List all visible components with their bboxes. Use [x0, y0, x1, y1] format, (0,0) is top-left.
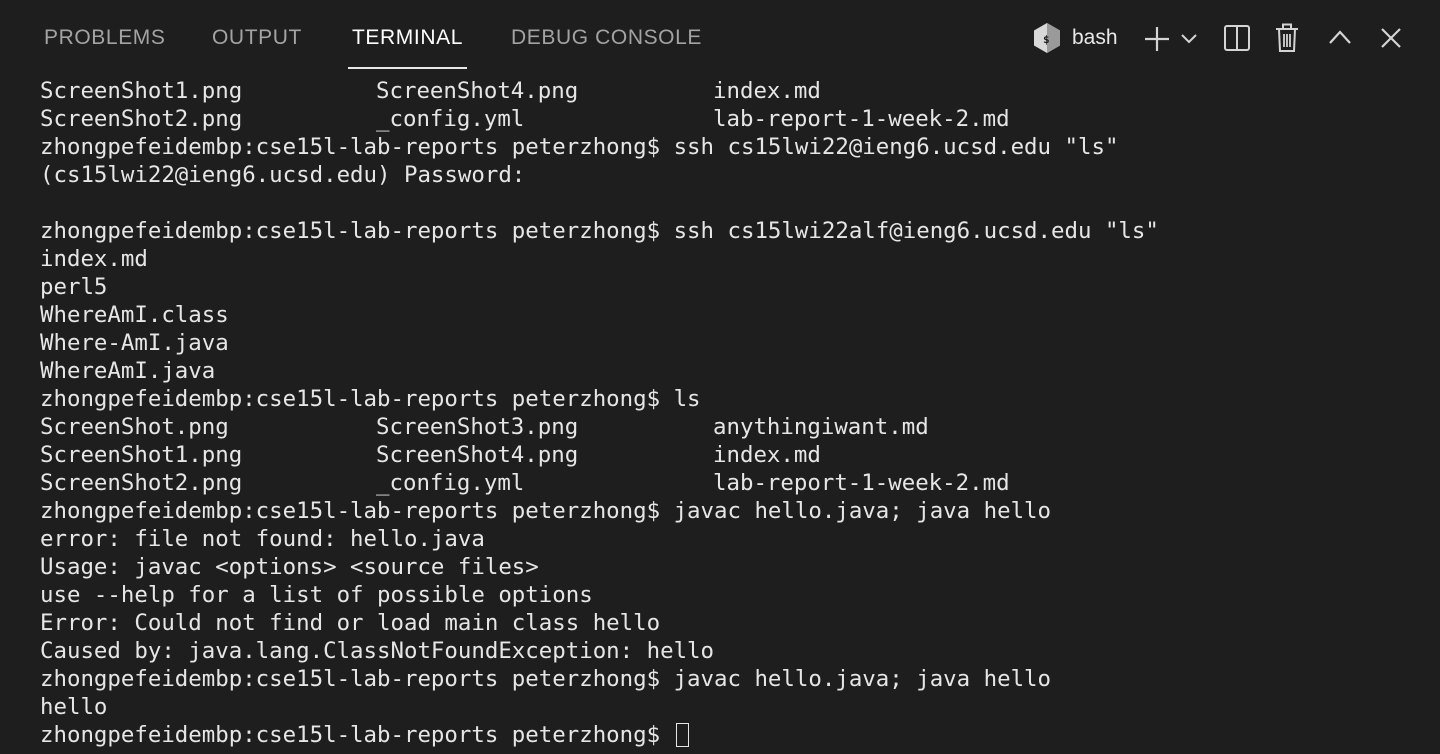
- chevron-up-icon[interactable]: [1328, 28, 1352, 46]
- terminal-prompt: zhongpefeidembp:cse15l-lab-reports peter…: [40, 722, 674, 748]
- terminal-prompt-line[interactable]: zhongpefeidembp:cse15l-lab-reports peter…: [40, 721, 1430, 749]
- terminal-line: WhereAmI.class: [40, 302, 229, 328]
- terminal-line: use --help for a list of possible option…: [40, 582, 593, 608]
- terminal-line: Where-AmI.java: [40, 330, 229, 356]
- tab-problems[interactable]: PROBLEMS: [44, 0, 166, 70]
- trash-icon[interactable]: [1274, 23, 1300, 53]
- terminal-line: WhereAmI.java: [40, 358, 216, 384]
- terminal-line: hello: [40, 694, 108, 720]
- terminal-line: (cs15lwi22@ieng6.ucsd.edu) Password:: [40, 162, 526, 188]
- terminal-line: Usage: javac <options> <source files>: [40, 554, 539, 580]
- terminal-output[interactable]: ScreenShot1.png ScreenShot4.png index.md S…: [40, 77, 1430, 749]
- tab-debug-console[interactable]: DEBUG CONSOLE: [511, 0, 702, 70]
- terminal-line: ScreenShot1.png ScreenShot4.png index.md: [40, 78, 821, 104]
- terminal-line: zhongpefeidembp:cse15l-lab-reports peter…: [40, 386, 701, 412]
- plus-icon[interactable]: [1143, 25, 1171, 53]
- terminal-cursor[interactable]: [675, 723, 689, 747]
- terminal-line: zhongpefeidembp:cse15l-lab-reports peter…: [40, 218, 1159, 244]
- split-terminal-icon[interactable]: [1223, 24, 1251, 52]
- terminal-line: ScreenShot2.png _config.yml lab-report-1-w…: [40, 470, 1010, 496]
- terminal-name[interactable]: bash: [1072, 0, 1118, 76]
- close-icon[interactable]: [1380, 27, 1402, 49]
- terminal-line: error: file not found: hello.java: [40, 526, 485, 552]
- chevron-down-icon[interactable]: [1180, 31, 1198, 45]
- terminal-line: zhongpefeidembp:cse15l-lab-reports peter…: [40, 498, 1052, 524]
- svg-text:$: $: [1043, 33, 1050, 46]
- active-tab-indicator: [348, 67, 467, 69]
- tab-output[interactable]: OUTPUT: [212, 0, 302, 70]
- terminal-line: zhongpefeidembp:cse15l-lab-reports peter…: [40, 134, 1119, 160]
- terminal-line: zhongpefeidembp:cse15l-lab-reports peter…: [40, 666, 1052, 692]
- terminal-line: perl5: [40, 274, 108, 300]
- terminal-line: Error: Could not find or load main class…: [40, 610, 661, 636]
- tab-terminal[interactable]: TERMINAL: [352, 0, 463, 70]
- panel-header: PROBLEMS OUTPUT TERMINAL DEBUG CONSOLE $…: [0, 0, 1440, 70]
- terminal-panel: PROBLEMS OUTPUT TERMINAL DEBUG CONSOLE $…: [0, 0, 1440, 754]
- bash-shell-icon[interactable]: $: [1032, 22, 1062, 54]
- terminal-line: index.md: [40, 246, 148, 272]
- terminal-line: ScreenShot2.png _config.yml lab-report-1-w…: [40, 106, 1010, 132]
- terminal-line: ScreenShot.png ScreenShot3.png anythingiwa…: [40, 414, 929, 440]
- terminal-line: Caused by: java.lang.ClassNotFoundExcept…: [40, 638, 715, 664]
- terminal-line: ScreenShot1.png ScreenShot4.png index.md: [40, 442, 821, 468]
